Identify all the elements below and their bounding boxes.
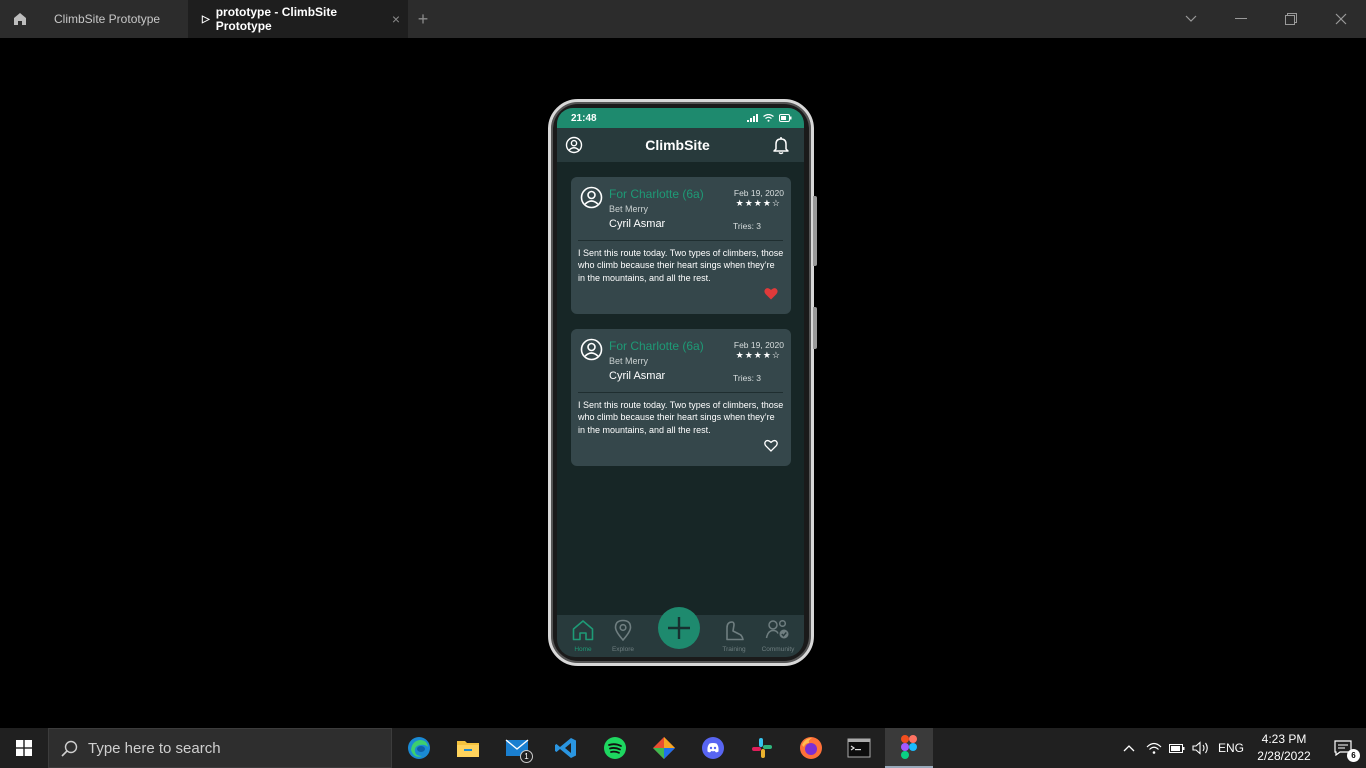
git-kraken-icon[interactable] bbox=[640, 728, 688, 768]
post-card[interactable]: For Charlotte (6a) Bet Merry Cyril Asmar… bbox=[571, 177, 791, 314]
windows-logo-icon bbox=[16, 740, 32, 756]
bell-icon[interactable] bbox=[772, 136, 790, 155]
taskbar-clock[interactable]: 4:23 PM 2/28/2022 bbox=[1248, 731, 1320, 765]
post-author[interactable]: Cyril Asmar bbox=[609, 370, 665, 382]
file-explorer-icon[interactable] bbox=[444, 728, 492, 768]
firefox-icon[interactable] bbox=[787, 728, 835, 768]
tries-count: Tries: 3 bbox=[733, 221, 762, 231]
new-tab-button[interactable]: + bbox=[408, 9, 438, 30]
volume-icon[interactable] bbox=[1190, 728, 1212, 768]
mail-icon[interactable]: 1 bbox=[493, 728, 541, 768]
route-name[interactable]: For Charlotte (6a) bbox=[609, 339, 704, 353]
chevron-up-icon[interactable] bbox=[1118, 728, 1140, 768]
card-divider bbox=[578, 240, 783, 241]
status-icons bbox=[747, 114, 792, 122]
tries-count: Tries: 3 bbox=[733, 373, 762, 383]
battery-icon bbox=[779, 114, 792, 122]
wifi-icon bbox=[763, 114, 774, 122]
figma-icon[interactable] bbox=[885, 728, 933, 768]
phone-volume-button bbox=[813, 196, 817, 266]
play-icon: ▷ bbox=[202, 13, 210, 25]
home-icon bbox=[14, 13, 26, 25]
notification-badge: 6 bbox=[1347, 749, 1360, 762]
clock-time: 4:23 PM bbox=[1261, 732, 1307, 746]
slack-icon[interactable] bbox=[738, 728, 786, 768]
home-icon bbox=[572, 620, 594, 641]
close-tab-button[interactable]: × bbox=[392, 11, 400, 27]
minimize-button[interactable] bbox=[1216, 0, 1266, 38]
taskbar: Type here to search 1 ENG 4:23 PM 2/28/2… bbox=[0, 728, 1366, 768]
status-bar: 21:48 bbox=[557, 108, 804, 128]
route-setter: Bet Merry bbox=[609, 204, 649, 214]
post-card[interactable]: For Charlotte (6a) Bet Merry Cyril Asmar… bbox=[571, 329, 791, 466]
tab-label: ClimbSite Prototype bbox=[54, 12, 161, 26]
tab-prototype[interactable]: ▷ prototype - ClimbSite Prototype × bbox=[188, 0, 408, 38]
window-controls bbox=[1166, 0, 1366, 38]
post-body: I Sent this route today. Two types of cl… bbox=[578, 400, 784, 435]
phone-power-button bbox=[813, 307, 817, 349]
edge-browser-icon[interactable] bbox=[395, 728, 443, 768]
network-icon[interactable] bbox=[1144, 728, 1164, 768]
tab-label: prototype - ClimbSite Prototype bbox=[215, 5, 338, 33]
location-pin-icon bbox=[614, 619, 632, 642]
nav-label: Home bbox=[574, 646, 592, 653]
route-setter: Bet Merry bbox=[609, 356, 649, 366]
nav-home[interactable]: Home bbox=[563, 619, 603, 653]
phone-screen: 21:48 ClimbSite For Charlotte (6a) Bet M… bbox=[557, 108, 804, 657]
climber-icon bbox=[726, 621, 744, 641]
heart-outline-icon[interactable] bbox=[764, 439, 778, 452]
search-placeholder: Type here to search bbox=[88, 739, 221, 757]
nav-training[interactable]: Training bbox=[714, 619, 754, 653]
clock-date: 2/28/2022 bbox=[1257, 749, 1311, 763]
language-indicator[interactable]: ENG bbox=[1214, 728, 1248, 768]
star-rating: ★★★★☆ bbox=[735, 198, 781, 208]
heart-filled-icon[interactable] bbox=[764, 287, 778, 300]
card-divider bbox=[578, 392, 783, 393]
status-time: 21:48 bbox=[571, 112, 597, 124]
star-rating: ★★★★☆ bbox=[735, 350, 781, 360]
app-bar: ClimbSite bbox=[557, 128, 804, 162]
post-date: Feb 19, 2020 bbox=[733, 340, 784, 350]
home-tab-button[interactable] bbox=[0, 0, 40, 38]
action-center-button[interactable]: 6 bbox=[1320, 728, 1366, 768]
nav-community[interactable]: Community bbox=[758, 619, 798, 653]
profile-icon[interactable] bbox=[565, 136, 583, 154]
chevron-down-icon[interactable] bbox=[1166, 0, 1216, 38]
start-button[interactable] bbox=[0, 728, 48, 768]
community-icon bbox=[765, 619, 789, 639]
post-author[interactable]: Cyril Asmar bbox=[609, 218, 665, 230]
add-post-button[interactable] bbox=[658, 607, 700, 649]
nav-label: Training bbox=[722, 646, 746, 653]
user-avatar-icon[interactable] bbox=[580, 338, 603, 361]
taskbar-search-box[interactable]: Type here to search bbox=[48, 728, 392, 768]
signal-icon bbox=[747, 114, 758, 122]
nav-label: Explore bbox=[611, 646, 635, 653]
spotify-icon[interactable] bbox=[591, 728, 639, 768]
restore-button[interactable] bbox=[1266, 0, 1316, 38]
vscode-icon[interactable] bbox=[542, 728, 590, 768]
post-body: I Sent this route today. Two types of cl… bbox=[578, 248, 784, 283]
app-title: ClimbSite bbox=[645, 137, 710, 153]
nav-label: Community bbox=[761, 646, 795, 653]
title-bar: ClimbSite Prototype ▷ prototype - ClimbS… bbox=[0, 0, 1366, 38]
tab-climbsite-prototype[interactable]: ClimbSite Prototype bbox=[40, 0, 188, 38]
battery-icon[interactable] bbox=[1167, 728, 1187, 768]
search-icon bbox=[61, 740, 78, 757]
plus-icon bbox=[668, 617, 690, 639]
mail-badge: 1 bbox=[520, 750, 533, 763]
nav-explore[interactable]: Explore bbox=[603, 619, 643, 653]
close-window-button[interactable] bbox=[1316, 0, 1366, 38]
user-avatar-icon[interactable] bbox=[580, 186, 603, 209]
route-name[interactable]: For Charlotte (6a) bbox=[609, 187, 704, 201]
discord-icon[interactable] bbox=[689, 728, 737, 768]
bottom-nav: Home Explore Training Community bbox=[557, 607, 804, 657]
post-date: Feb 19, 2020 bbox=[733, 188, 784, 198]
terminal-icon[interactable] bbox=[835, 728, 883, 768]
